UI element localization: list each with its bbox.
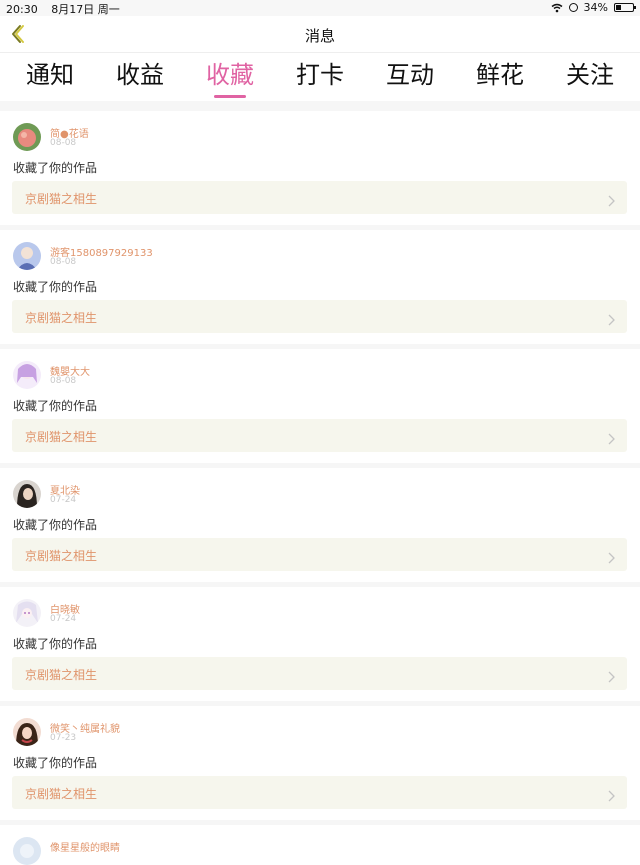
alarm-icon <box>568 3 578 12</box>
status-time: 20:30 <box>6 3 38 16</box>
action-text: 收藏了你的作品 <box>13 280 98 294</box>
work-title: 京剧猫之相生 <box>25 311 98 325</box>
wifi-icon <box>551 3 563 13</box>
tab-earnings[interactable]: 收益 <box>116 53 164 101</box>
battery-fill <box>616 5 622 10</box>
action-text: 收藏了你的作品 <box>13 518 98 532</box>
work-title: 京剧猫之相生 <box>25 668 98 682</box>
avatar[interactable] <box>13 599 41 627</box>
item-date: 08-08 <box>50 257 77 267</box>
item-date: 07-23 <box>50 733 77 743</box>
avatar[interactable] <box>13 480 41 508</box>
battery-text: 34% <box>583 1 608 14</box>
item-date: 08-08 <box>50 138 77 148</box>
list-item: 微笑丶纯属礼貌 07-23 收藏了你的作品 京剧猫之相生 <box>0 706 640 820</box>
user-name[interactable]: 像星星般的眼睛 <box>50 839 120 854</box>
tab-flowers[interactable]: 鲜花 <box>476 53 524 101</box>
work-title: 京剧猫之相生 <box>25 549 98 563</box>
work-link[interactable]: 京剧猫之相生 <box>12 776 627 809</box>
nav-bar: 消息 <box>0 16 640 53</box>
list-item: 白晓敏 07-24 收藏了你的作品 京剧猫之相生 <box>0 587 640 701</box>
list-item: 魏嬰大大 08-08 收藏了你的作品 京剧猫之相生 <box>0 349 640 463</box>
tab-bar: 通知 收益 收藏 打卡 互动 鲜花 关注 <box>0 53 640 101</box>
action-text: 收藏了你的作品 <box>13 161 98 175</box>
page-title: 消息 <box>304 27 335 45</box>
avatar[interactable] <box>13 123 41 151</box>
action-text: 收藏了你的作品 <box>13 756 98 770</box>
work-link[interactable]: 京剧猫之相生 <box>12 538 627 571</box>
tab-follows[interactable]: 关注 <box>566 53 614 101</box>
avatar[interactable] <box>13 361 41 389</box>
item-date: 08-08 <box>50 376 77 386</box>
list-item: 像星星般的眼睛 <box>0 825 640 865</box>
status-left: 20:30 8月17日 周一 <box>6 1 130 17</box>
list-item: 游客1580897929133 08-08 收藏了你的作品 京剧猫之相生 <box>0 230 640 344</box>
work-link[interactable]: 京剧猫之相生 <box>12 657 627 690</box>
chevron-right-icon <box>608 549 615 564</box>
status-date: 8月17日 周一 <box>51 3 120 16</box>
tab-checkin[interactable]: 打卡 <box>296 53 344 101</box>
avatar[interactable] <box>13 242 41 270</box>
action-text: 收藏了你的作品 <box>13 399 98 413</box>
chevron-right-icon <box>608 311 615 326</box>
work-title: 京剧猫之相生 <box>25 430 98 444</box>
list-item: 简●花语 08-08 收藏了你的作品 京剧猫之相生 <box>0 111 640 225</box>
chevron-right-icon <box>608 430 615 445</box>
avatar[interactable] <box>13 718 41 746</box>
avatar[interactable] <box>13 837 41 865</box>
action-text: 收藏了你的作品 <box>13 637 98 651</box>
work-link[interactable]: 京剧猫之相生 <box>12 181 627 214</box>
chevron-right-icon <box>608 192 615 207</box>
item-date: 07-24 <box>50 614 77 624</box>
tab-notifications[interactable]: 通知 <box>26 53 74 101</box>
battery-icon <box>614 3 636 12</box>
work-link[interactable]: 京剧猫之相生 <box>12 300 627 333</box>
work-title: 京剧猫之相生 <box>25 787 98 801</box>
chevron-right-icon <box>608 668 615 683</box>
favorites-list: 简●花语 08-08 收藏了你的作品 京剧猫之相生 游客158089792913… <box>0 106 640 865</box>
tab-favorites[interactable]: 收藏 <box>206 53 254 101</box>
item-date: 07-24 <box>50 495 77 505</box>
status-right: 34% <box>551 1 636 14</box>
list-item: 夏北染 07-24 收藏了你的作品 京剧猫之相生 <box>0 468 640 582</box>
tab-interactions[interactable]: 互动 <box>386 53 434 101</box>
chevron-right-icon <box>608 787 615 802</box>
status-bar: 20:30 8月17日 周一 34% <box>0 0 640 16</box>
work-link[interactable]: 京剧猫之相生 <box>12 419 627 452</box>
work-title: 京剧猫之相生 <box>25 192 98 206</box>
